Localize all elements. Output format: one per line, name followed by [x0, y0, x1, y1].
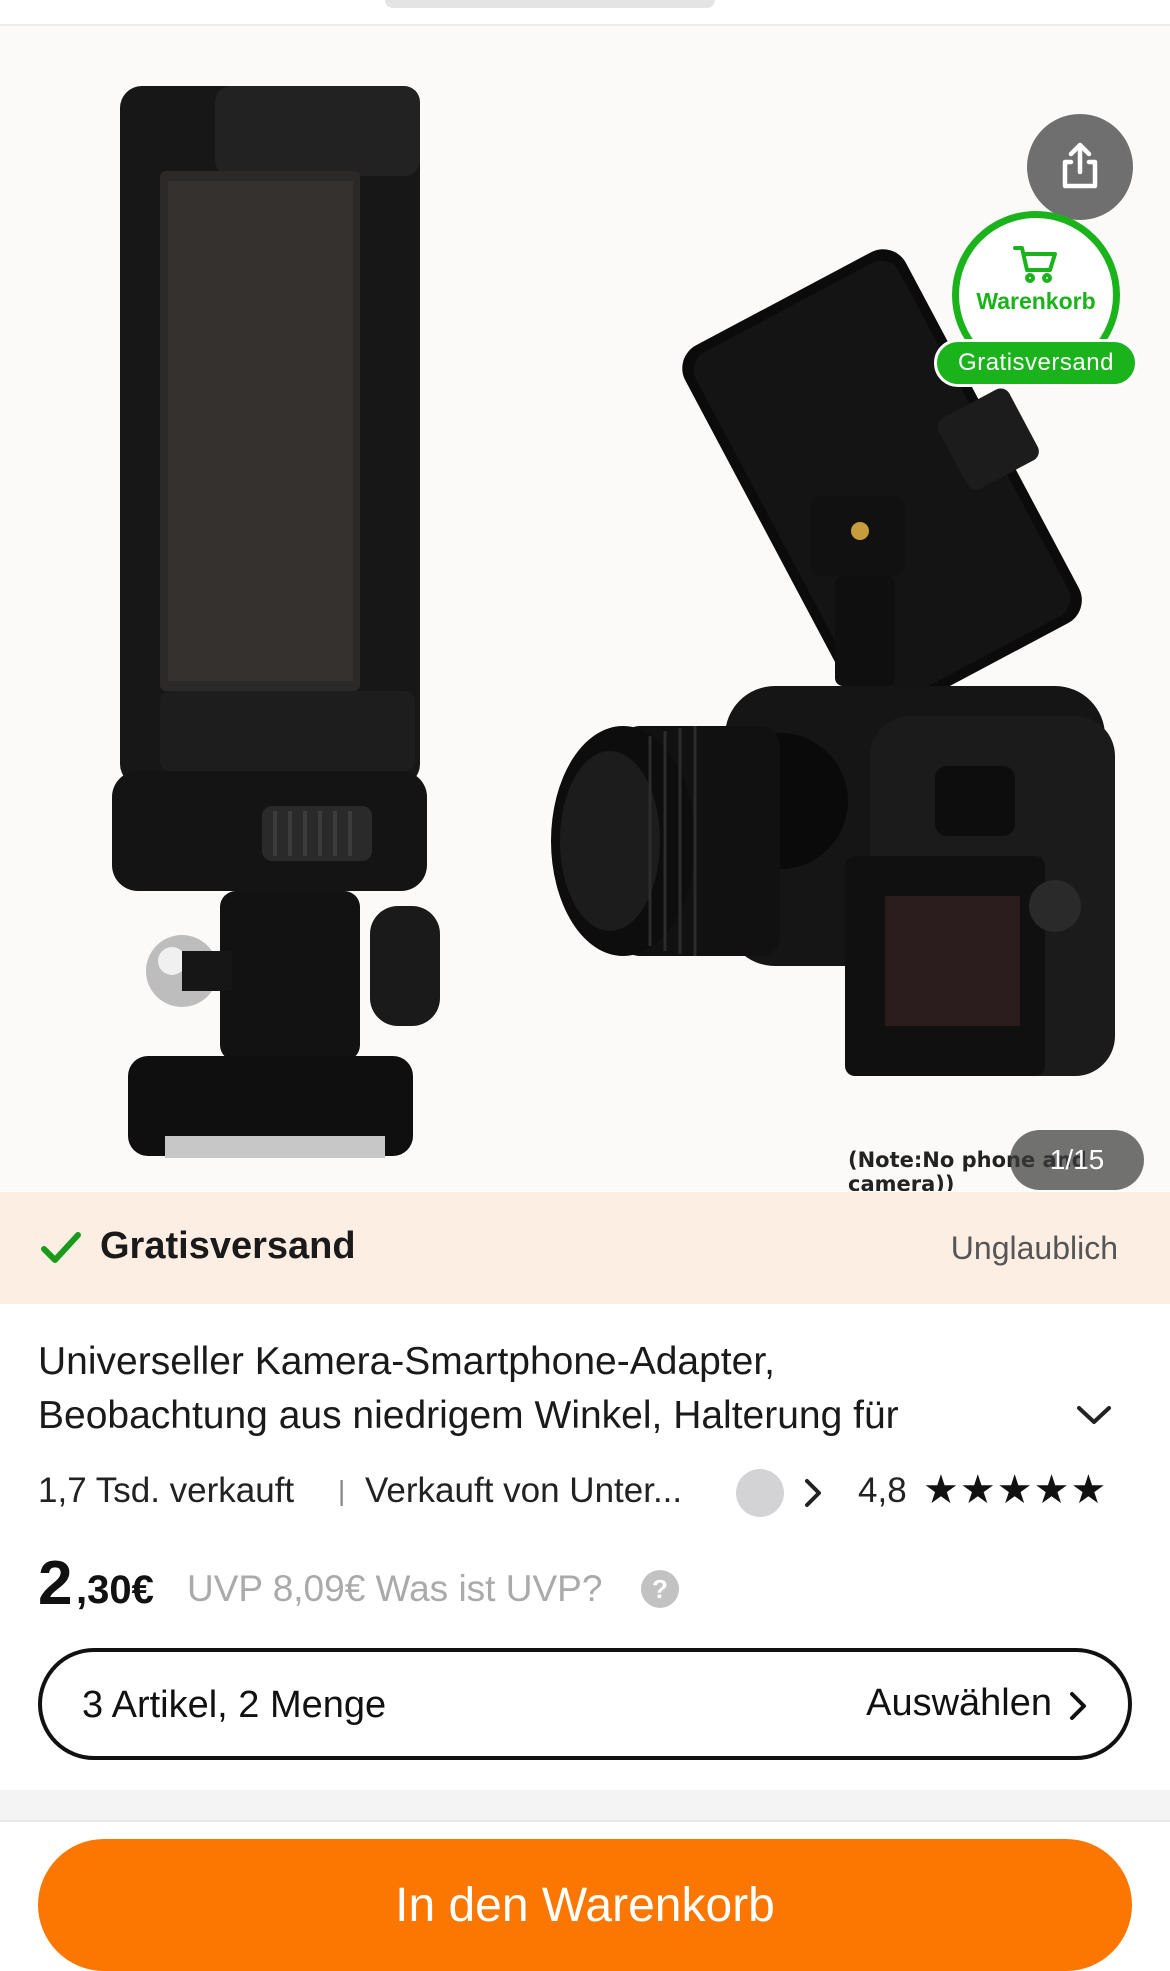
variant-selector[interactable]: 3 Artikel, 2 Menge Auswählen [38, 1648, 1132, 1760]
price-integer: 2 [38, 1549, 73, 1618]
share-button[interactable] [1027, 114, 1133, 220]
image-counter: 1/15 [1010, 1130, 1144, 1190]
free-shipping-title: Gratisversand [100, 1225, 356, 1267]
sold-count: 1,7 Tsd. verkauft [38, 1471, 295, 1510]
promo-tagline: Unglaublich [950, 1230, 1118, 1266]
product-image-gallery[interactable]: Warenkorb Gratisversand (Note:No phone a… [0, 26, 1170, 1191]
meta-separator: | [338, 1475, 346, 1506]
help-icon[interactable]: ? [641, 1570, 679, 1608]
seller-avatar[interactable] [736, 1469, 784, 1517]
check-icon [41, 1232, 81, 1263]
seller-link[interactable]: Verkauft von Unter... [365, 1471, 682, 1511]
sheet-handle [385, 0, 715, 8]
product-title[interactable]: Universeller Kamera-Smartphone-Adapter, … [38, 1335, 1038, 1443]
chevron-right-icon[interactable] [803, 1477, 823, 1509]
product-title-line-1: Universeller Kamera-Smartphone-Adapter, [38, 1340, 776, 1383]
product-image [112, 86, 1115, 1158]
variant-select-action: Auswählen [866, 1682, 1052, 1724]
rating-value: 4,8 [858, 1471, 907, 1510]
chevron-right-icon [1070, 1692, 1086, 1720]
phone-holder-illustration [112, 86, 440, 1158]
uvp-text: UVP 8,09€ Was ist UVP? [187, 1568, 603, 1609]
chevron-down-icon[interactable] [1074, 1402, 1114, 1428]
price-row: 2 ,30€ UVP 8,09€ Was ist UVP? ? [38, 1548, 1138, 1618]
rating-stars[interactable]: ★★★★★ [923, 1467, 1107, 1513]
price-decimal: ,30€ [76, 1568, 154, 1612]
free-shipping-pill: Gratisversand [934, 339, 1138, 387]
product-meta-row: 1,7 Tsd. verkauft | Verkauft von Unter..… [38, 1467, 1138, 1517]
variant-summary: 3 Artikel, 2 Menge [82, 1684, 387, 1726]
section-divider [0, 1790, 1170, 1820]
cart-icon [1013, 246, 1057, 283]
cart-badge-label: Warenkorb [976, 288, 1096, 314]
product-title-line-2: Beobachtung aus niedrigem Winkel, Halter… [38, 1394, 899, 1437]
share-icon [1062, 142, 1098, 189]
add-to-cart-button[interactable]: In den Warenkorb [38, 1839, 1132, 1971]
free-shipping-banner[interactable]: Gratisversand Unglaublich [0, 1192, 1170, 1304]
